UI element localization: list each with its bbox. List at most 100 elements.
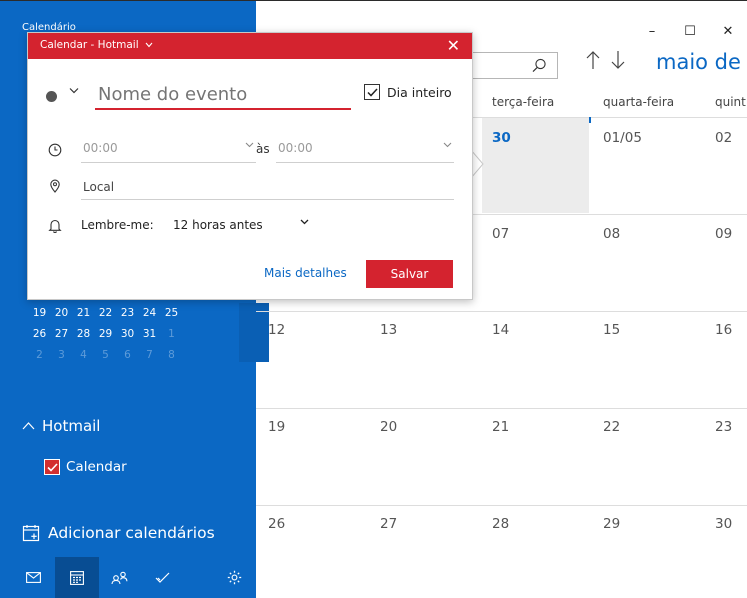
end-time-select[interactable]: 00:00 [276, 137, 454, 163]
chevron-down-icon [145, 42, 153, 48]
day-number[interactable]: 15 [603, 322, 620, 338]
account-name: Hotmail [42, 417, 101, 435]
day-number[interactable]: 23 [715, 419, 732, 435]
arrow-up-icon [586, 51, 600, 69]
day-header: quint [715, 95, 746, 109]
today-indicator [589, 117, 591, 123]
chevron-down-icon [245, 140, 254, 151]
mini-day[interactable]: 22 [96, 303, 115, 324]
add-calendar-icon [22, 525, 40, 542]
maximize-button[interactable]: ☐ [671, 16, 709, 46]
todo-icon [155, 572, 169, 583]
more-details-link[interactable]: Mais detalhes [264, 266, 347, 280]
mini-day[interactable]: 30 [118, 324, 137, 345]
account-toggle[interactable]: Hotmail [22, 417, 100, 435]
reminder-label: Lembre-me: [81, 218, 154, 232]
mini-day[interactable]: 29 [96, 324, 115, 345]
bell-icon [48, 218, 62, 237]
month-title[interactable]: maio de [656, 50, 741, 74]
checkbox-checked-icon[interactable] [44, 459, 60, 475]
mini-day[interactable]: 4 [74, 345, 93, 366]
day-number[interactable]: 20 [380, 419, 397, 435]
day-number[interactable]: 02 [715, 130, 732, 146]
mini-day[interactable]: 8 [162, 345, 181, 366]
day-number[interactable]: 19 [268, 419, 285, 435]
add-calendars-label: Adicionar calendários [48, 524, 215, 542]
chevron-down-icon[interactable] [300, 217, 309, 228]
mini-day[interactable]: 31 [140, 324, 159, 345]
mini-day[interactable]: 26 [30, 324, 49, 345]
arrow-down-icon [611, 51, 625, 69]
mini-day[interactable]: 19 [30, 303, 49, 324]
settings-icon [227, 570, 241, 585]
day-number[interactable]: 09 [715, 226, 732, 242]
mail-button[interactable] [11, 557, 55, 598]
mini-day[interactable]: 2 [30, 345, 49, 366]
day-number[interactable]: 21 [492, 419, 509, 435]
chevron-down-icon [443, 140, 452, 151]
location-icon [48, 178, 62, 197]
chevron-up-icon [22, 420, 40, 433]
start-time-value: 00:00 [83, 141, 118, 155]
day-number[interactable]: 13 [380, 322, 397, 338]
day-number[interactable]: 27 [380, 516, 397, 532]
mini-day[interactable]: 28 [74, 324, 93, 345]
people-button[interactable] [97, 557, 141, 598]
close-icon[interactable]: ✕ [447, 36, 460, 55]
calendar-button[interactable] [55, 557, 99, 598]
location-input[interactable]: Local [81, 174, 454, 200]
start-time-select[interactable]: 00:00 [81, 137, 256, 163]
day-header: terça-feira [492, 95, 555, 109]
mini-day[interactable]: 1 [162, 324, 181, 345]
calendar-selector[interactable]: Calendar - Hotmail [40, 39, 153, 51]
mini-day[interactable]: 21 [74, 303, 93, 324]
day-number[interactable]: 08 [603, 226, 620, 242]
calendar-toggle[interactable]: Calendar [44, 459, 127, 475]
day-number[interactable]: 22 [603, 419, 620, 435]
day-number[interactable]: 01/05 [603, 130, 642, 146]
save-button[interactable]: Salvar [366, 260, 453, 288]
calendar-selector-label: Calendar - Hotmail [40, 39, 139, 51]
window-controls: – ☐ ✕ [633, 16, 747, 46]
next-button[interactable] [611, 50, 625, 74]
close-window-button[interactable]: ✕ [709, 16, 747, 46]
mini-day[interactable]: 24 [140, 303, 159, 324]
previous-button[interactable] [586, 50, 600, 74]
mini-day[interactable]: 3 [52, 345, 71, 366]
day-number[interactable]: 26 [268, 516, 285, 532]
all-day-checkbox[interactable]: Dia inteiro [364, 84, 452, 100]
end-time-value: 00:00 [278, 141, 313, 155]
todo-button[interactable] [140, 557, 184, 598]
event-name-input[interactable] [95, 81, 351, 110]
day-number[interactable]: 07 [492, 226, 509, 242]
mini-day[interactable]: 6 [118, 345, 137, 366]
day-number[interactable]: 29 [603, 516, 620, 532]
mini-day[interactable]: 20 [52, 303, 71, 324]
minimize-button[interactable]: – [633, 16, 671, 46]
color-dot-icon[interactable] [46, 91, 57, 102]
mini-day[interactable]: 5 [96, 345, 115, 366]
mini-day[interactable]: 27 [52, 324, 71, 345]
popup-pointer [471, 150, 484, 178]
mini-day[interactable]: 7 [140, 345, 159, 366]
all-day-label: Dia inteiro [387, 84, 452, 100]
clock-icon [48, 142, 62, 161]
mini-calendar-week: 19 20 21 22 23 24 25 [30, 303, 235, 324]
settings-button[interactable] [212, 557, 256, 598]
day-number[interactable]: 30 [715, 516, 732, 532]
mini-day[interactable]: 23 [118, 303, 137, 324]
add-calendars-button[interactable]: Adicionar calendários [22, 524, 215, 542]
month-navigation [586, 50, 625, 74]
day-number[interactable]: 16 [715, 322, 732, 338]
day-number-today[interactable]: 30 [492, 130, 511, 146]
day-number[interactable]: 12 [268, 322, 285, 338]
mini-day[interactable]: 25 [162, 303, 181, 324]
mini-calendar: 19 20 21 22 23 24 25 26 27 28 29 30 31 1… [30, 303, 269, 366]
chevron-down-icon[interactable] [69, 86, 79, 97]
day-number[interactable]: 28 [492, 516, 509, 532]
day-header: quarta-feira [603, 95, 675, 109]
search-input[interactable] [470, 52, 558, 79]
day-number[interactable]: 14 [492, 322, 509, 338]
location-placeholder: Local [83, 180, 115, 194]
reminder-select[interactable]: 12 horas antes [173, 218, 263, 232]
